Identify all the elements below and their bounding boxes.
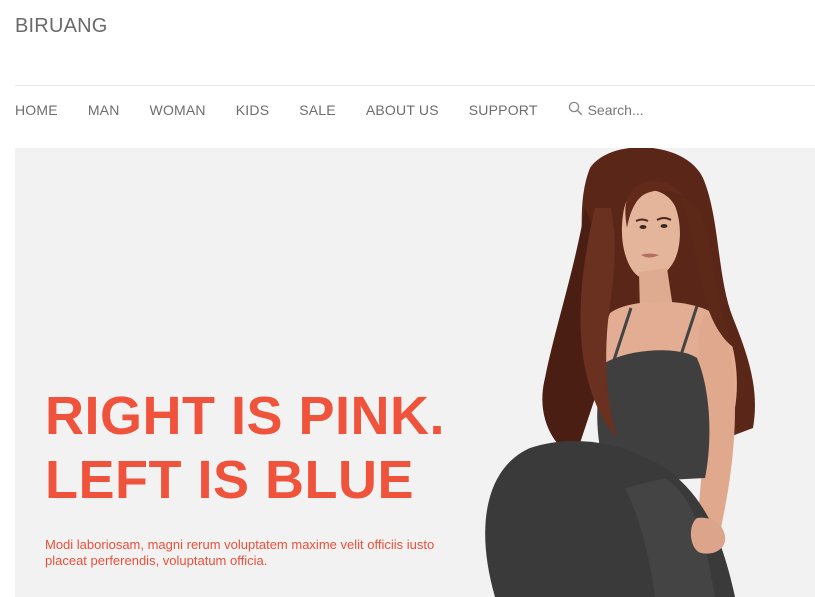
- search-box: [568, 101, 698, 118]
- nav-item-man[interactable]: MAN: [88, 102, 120, 118]
- nav-item-sale[interactable]: SALE: [299, 102, 336, 118]
- search-input[interactable]: [587, 102, 698, 118]
- header-divider: [15, 85, 815, 86]
- search-icon[interactable]: [568, 101, 583, 116]
- main-nav: HOME MAN WOMAN KIDS SALE ABOUT US SUPPOR…: [15, 100, 698, 120]
- hero-title: RIGHT IS PINK. LEFT IS BLUE: [45, 384, 445, 512]
- model-photo: [485, 148, 755, 597]
- nav-item-woman[interactable]: WOMAN: [150, 102, 206, 118]
- nav-item-support[interactable]: SUPPORT: [469, 102, 538, 118]
- hero-subtitle: Modi laboriosam, magni rerum voluptatem …: [45, 537, 435, 568]
- nav-item-about-us[interactable]: ABOUT US: [366, 102, 439, 118]
- page: BIRUANG HOME MAN WOMAN KIDS SALE ABOUT U…: [0, 0, 815, 597]
- nav-item-kids[interactable]: KIDS: [236, 102, 269, 118]
- hero-title-line-1: RIGHT IS PINK.: [45, 386, 446, 446]
- nav-item-home[interactable]: HOME: [15, 102, 58, 118]
- hero-title-line-2: LEFT IS BLUE: [45, 450, 414, 510]
- hero-banner: RIGHT IS PINK. LEFT IS BLUE Modi laborio…: [15, 148, 815, 597]
- brand-logo[interactable]: BIRUANG: [15, 15, 108, 38]
